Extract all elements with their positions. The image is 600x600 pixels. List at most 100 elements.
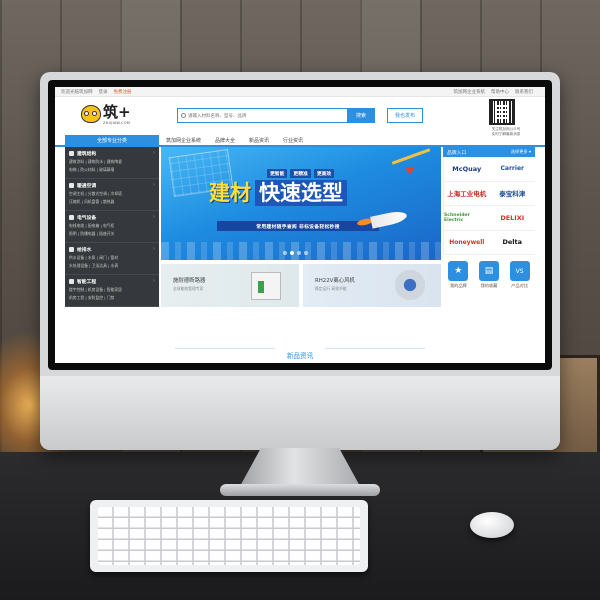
banner-tag: 更精准 <box>290 169 311 178</box>
monitor-chin <box>40 376 560 450</box>
section-title[interactable]: 新品资讯 <box>287 352 313 360</box>
sidebar-subcategories[interactable]: 水处理设备 | 卫浴洁具 | 水表 <box>69 263 155 269</box>
centrifugal-fan-image <box>395 270 425 300</box>
sidebar-subcategories[interactable]: 电线电缆 | 配电箱 | 电气柜 <box>69 223 155 229</box>
welcome-text: 欢迎光临筑加网 <box>61 89 93 95</box>
quick-link-my-favorites[interactable]: ▤ 我的收藏 <box>476 261 502 289</box>
sidebar-item-label: 智能工程 <box>77 280 97 285</box>
water-drop-icon <box>69 247 74 252</box>
search-box <box>177 108 349 123</box>
sidebar-item-title: 智能工程 › <box>69 278 155 285</box>
chevron-right-icon: › <box>153 183 155 188</box>
chevron-right-icon: › <box>153 215 155 220</box>
brand-logo[interactable]: Honeywell <box>444 231 490 255</box>
brand-panel: 品牌入口 选择更多 ▾ McQuay Carrier 上海工业电机 泰宝科津 Schne… <box>443 147 535 307</box>
site-header: 筑+ ZHUJIAW.COM 搜索 我也发布 关注筑加网公众号 实时了解最新消息 <box>55 97 545 137</box>
sidebar-item-hvac[interactable]: 暖通空调 › 空调主机 | 分散式空调 | 冷却塔 压缩机 | 风机盘管 | 散热… <box>65 179 159 211</box>
brand-logo[interactable]: McQuay <box>444 157 490 182</box>
brand-logo[interactable]: Schneider Electric <box>444 206 490 231</box>
sidebar-subcategories[interactable]: 照明 | 防爆电器 | 插座开关 <box>69 231 155 237</box>
brand-panel-title: 品牌入口 <box>447 150 467 156</box>
brand-logo[interactable]: DELIXI <box>489 206 535 231</box>
carousel-dot[interactable] <box>290 251 294 255</box>
chevron-right-icon: › <box>153 247 155 252</box>
brand-more-dropdown[interactable]: 选择更多 ▾ <box>511 149 531 155</box>
sidebar-subcategories[interactable]: 压缩机 | 风机盘管 | 散热器 <box>69 199 155 205</box>
publish-button[interactable]: 我也发布 <box>387 108 423 123</box>
section-divider-right <box>325 348 425 349</box>
carousel-dot[interactable] <box>304 251 308 255</box>
quick-link-my-brands[interactable]: ★ 我的品牌 <box>445 261 471 289</box>
qr-caption-line2: 实时了解最新消息 <box>491 132 521 136</box>
banner-headline: 建材 快速选型 <box>209 180 347 206</box>
nav-item-new-products[interactable]: 新品资讯 <box>242 135 276 145</box>
promo-title: 施耐德断路器 <box>173 278 206 284</box>
paper-plane-icon <box>405 163 418 175</box>
quick-links: ★ 我的品牌 ▤ 我的收藏 VS 产品对比 <box>443 261 535 289</box>
main-body: 建筑结构 › 建筑涂料 | 建筑防水 | 建筑陶瓷 电梯 | 防火材料 | 玻璃幕… <box>55 147 545 307</box>
sidebar-item-title: 建筑结构 › <box>69 150 155 157</box>
all-categories-tab[interactable]: 全部专业分类 <box>65 135 159 145</box>
chip-icon <box>69 279 74 284</box>
brand-logo[interactable]: Delta <box>489 231 535 255</box>
qr-code <box>489 99 515 125</box>
brand-logo[interactable]: Carrier <box>489 157 535 182</box>
quick-link-label: 我的收藏 <box>480 283 498 288</box>
keyboard[interactable] <box>90 500 368 572</box>
category-sidebar: 建筑结构 › 建筑涂料 | 建筑防水 | 建筑陶瓷 电梯 | 防火材料 | 玻璃幕… <box>65 147 159 307</box>
carousel-dot[interactable] <box>283 251 287 255</box>
sidebar-item-label: 电气设备 <box>77 216 97 221</box>
sidebar-item-plumbing[interactable]: 给排水 › 供水设备 | 水泵 | 阀门 | 管材 水处理设备 | 卫浴洁具 | … <box>65 243 159 275</box>
search-icon <box>181 113 186 118</box>
chevron-right-icon: › <box>153 279 155 284</box>
promo-card-breaker[interactable]: 施耐德断路器 全球能效管理专家 <box>161 264 299 307</box>
register-link[interactable]: 免费注册 <box>114 89 132 95</box>
plug-icon <box>69 215 74 220</box>
nav-item-enterprise[interactable]: 筑加网企业系统 <box>159 135 208 145</box>
search-button[interactable]: 搜索 <box>347 108 375 123</box>
nav-item-industry-news[interactable]: 行业资讯 <box>276 135 310 145</box>
brand-logo[interactable]: 上海工业电机 <box>444 182 490 206</box>
promo-subtitle: 稳定运行 高效节能 <box>315 286 347 291</box>
sidebar-subcategories[interactable]: 楼宇控制 | 机房设备 | 智能家居 <box>69 287 155 293</box>
qr-caption: 关注筑加网公众号 实时了解最新消息 <box>481 127 531 137</box>
nav-item-brands[interactable]: 品牌大全 <box>208 135 242 145</box>
logo-text: 筑+ <box>103 103 131 121</box>
mouse[interactable] <box>470 512 514 538</box>
enterprise-link[interactable]: 筑加网企业系统 <box>454 89 486 95</box>
hero-banner[interactable]: 更智能 更精准 更高效 建材 快速选型 常用建材随手查阅 非标设备轻松秒搜 <box>161 147 441 260</box>
contact-link[interactable]: 联系我们 <box>515 89 533 95</box>
sidebar-item-electrical[interactable]: 电气设备 › 电线电缆 | 配电箱 | 电气柜 照明 | 防爆电器 | 插座开关 <box>65 211 159 243</box>
banner-ribbon: 常用建材随手查阅 非标设备轻松秒搜 <box>217 221 379 231</box>
sidebar-item-smart[interactable]: 智能工程 › 楼宇控制 | 机房设备 | 智能家居 机房工程 | 安防监控 | 门… <box>65 275 159 307</box>
star-icon: ★ <box>448 261 469 281</box>
login-link[interactable]: 登录 <box>99 89 108 95</box>
sidebar-subcategories[interactable]: 建筑涂料 | 建筑防水 | 建筑陶瓷 <box>69 159 155 165</box>
sidebar-subcategories[interactable]: 空调主机 | 分散式空调 | 冷却塔 <box>69 191 155 197</box>
sidebar-subcategories[interactable]: 机房工程 | 安防监控 | 门禁 <box>69 295 155 301</box>
banner-headline-right: 快速选型 <box>255 180 347 206</box>
section-divider-left <box>175 348 275 349</box>
sidebar-subcategories[interactable]: 电梯 | 防火材料 | 玻璃幕墙 <box>69 167 155 173</box>
banner-tag: 更高效 <box>313 169 335 178</box>
sidebar-item-title: 暖通空调 › <box>69 182 155 189</box>
sidebar-item-label: 给排水 <box>77 248 92 253</box>
sidebar-item-label: 暖通空调 <box>77 184 97 189</box>
help-link[interactable]: 帮助中心 <box>491 89 509 95</box>
monitor-stand-base <box>220 484 380 496</box>
carousel-dots <box>283 251 308 255</box>
promo-card-fan[interactable]: RH22V离心风机 稳定运行 高效节能 <box>303 264 441 307</box>
sidebar-item-structure[interactable]: 建筑结构 › 建筑涂料 | 建筑防水 | 建筑陶瓷 电梯 | 防火材料 | 玻璃幕… <box>65 147 159 179</box>
quick-link-compare[interactable]: VS 产品对比 <box>507 261 533 289</box>
quick-link-label: 产品对比 <box>511 283 529 288</box>
search-input[interactable] <box>178 109 348 122</box>
chevron-right-icon: › <box>153 151 155 156</box>
website-screen: 欢迎光临筑加网 登录 免费注册 筑加网企业系统 帮助中心 联系我们 筑+ ZHU… <box>55 87 545 363</box>
fan-icon <box>69 183 74 188</box>
brand-logo-grid: McQuay Carrier 上海工业电机 泰宝科津 Schneider Electri… <box>443 157 535 255</box>
sidebar-subcategories[interactable]: 供水设备 | 水泵 | 阀门 | 管材 <box>69 255 155 261</box>
site-logo[interactable]: 筑+ ZHUJIAW.COM <box>81 103 141 129</box>
logo-eye <box>92 111 97 116</box>
brand-logo[interactable]: 泰宝科津 <box>489 182 535 206</box>
carousel-dot[interactable] <box>297 251 301 255</box>
